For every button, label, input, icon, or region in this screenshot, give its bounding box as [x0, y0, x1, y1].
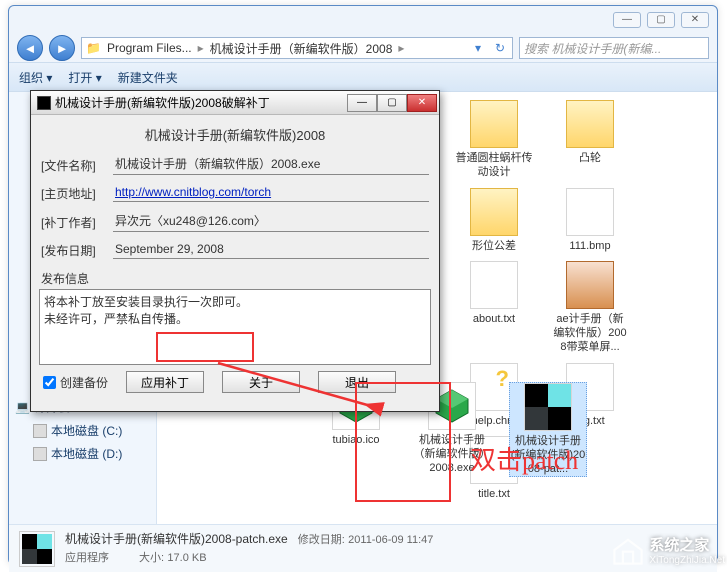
address-row: ◄ ► 📁 Program Files... ▸ 机械设计手册（新编软件版）20… — [9, 34, 717, 62]
refresh-icon[interactable]: ↻ — [492, 41, 508, 55]
window-titlebar: — ▢ ✕ — [9, 6, 717, 34]
exit-button[interactable]: 退出 — [318, 371, 396, 393]
dialog-minimize[interactable]: — — [347, 94, 377, 112]
label-release-date: [发布日期] — [41, 242, 113, 259]
breadcrumb-seg-2[interactable]: 机械设计手册（新编软件版）2008 — [210, 40, 393, 57]
value-file-name: 机械设计手册（新编软件版）2008.exe — [113, 155, 429, 175]
watermark-logo-icon — [611, 533, 645, 567]
sidebar-item-label: 本地磁盘 (D:) — [51, 445, 122, 462]
window-minimize[interactable]: — — [613, 12, 641, 28]
chevron-right-icon: ▸ — [398, 41, 404, 55]
dialog-heading: 机械设计手册(新编软件版)2008 — [39, 123, 431, 150]
description-box: 将本补丁放至安装目录执行一次即可。 未经许可，严禁私自传播。 — [39, 289, 431, 365]
toolbar-organize[interactable]: 组织 — [19, 69, 52, 86]
folder-icon — [470, 188, 518, 236]
file-name: tubiao.ico — [317, 434, 395, 448]
checkbox-create-backup[interactable]: 创建备份 — [43, 374, 108, 391]
checkbox-input[interactable] — [43, 376, 56, 389]
breadcrumb-dropdown[interactable]: ▾ — [470, 41, 486, 55]
breadcrumb[interactable]: 📁 Program Files... ▸ 机械设计手册（新编软件版）2008 ▸… — [81, 37, 513, 59]
folder-icon — [470, 100, 518, 148]
sidebar-item-drive-d[interactable]: 本地磁盘 (D:) — [15, 442, 150, 465]
watermark: 系统之家 XiTongZhiJia.Net — [611, 533, 725, 567]
folder-icon: 📁 — [86, 41, 101, 55]
window-maximize[interactable]: ▢ — [647, 12, 675, 28]
computer-icon: 💻 — [15, 400, 30, 414]
file-item[interactable]: about.txt — [455, 261, 533, 354]
search-placeholder: 搜索 机械设计手册(新编... — [524, 40, 661, 57]
apply-patch-button[interactable]: 应用补丁 — [126, 371, 204, 393]
folder-item[interactable]: 凸轮 — [551, 100, 629, 180]
status-size: 17.0 KB — [167, 552, 206, 564]
dialog-title: 机械设计手册(新编软件版)2008破解补丁 — [55, 94, 270, 111]
status-size-label: 大小: — [139, 552, 164, 564]
nav-back[interactable]: ◄ — [17, 35, 43, 61]
value-author: 异次元〈xu248@126.com〉 — [113, 212, 429, 232]
patch-icon — [524, 383, 572, 431]
file-name: 形位公差 — [455, 240, 533, 254]
file-item[interactable]: 111.bmp — [551, 188, 629, 254]
patch-dialog: 机械设计手册(新编软件版)2008破解补丁 — ▢ ✕ 机械设计手册(新编软件版… — [30, 90, 440, 412]
toolbar-new-folder[interactable]: 新建文件夹 — [118, 69, 178, 86]
search-input[interactable]: 搜索 机械设计手册(新编... — [519, 37, 709, 59]
about-button[interactable]: 关于 — [222, 371, 300, 393]
watermark-brand: 系统之家 — [649, 534, 725, 555]
label-author: [补丁作者] — [41, 214, 113, 231]
sidebar-item-drive-c[interactable]: 本地磁盘 (C:) — [15, 419, 150, 442]
nav-forward[interactable]: ► — [49, 35, 75, 61]
dialog-titlebar: 机械设计手册(新编软件版)2008破解补丁 — ▢ ✕ — [31, 91, 439, 115]
sidebar-item-label: 本地磁盘 (C:) — [51, 422, 122, 439]
annotation-text: 双击patch — [470, 440, 578, 477]
file-item[interactable]: ae计手册（新编软件版）2008带菜单屏... — [551, 261, 629, 354]
status-file-type: 应用程序 — [65, 552, 109, 564]
watermark-url: XiTongZhiJia.Net — [649, 555, 725, 566]
bmp-icon — [566, 188, 614, 236]
file-name: 普通圆柱蜗杆传动设计 — [455, 152, 533, 180]
status-date-label: 修改日期: — [298, 534, 345, 546]
disk-icon — [33, 447, 47, 461]
label-homepage: [主页地址] — [41, 185, 113, 202]
dialog-close[interactable]: ✕ — [407, 94, 437, 112]
txt-icon — [470, 261, 518, 309]
window-close[interactable]: ✕ — [681, 12, 709, 28]
folder-item[interactable]: 普通圆柱蜗杆传动设计 — [455, 100, 533, 180]
rar-icon — [566, 261, 614, 309]
status-thumbnail — [19, 531, 55, 567]
file-name: ae计手册（新编软件版）2008带菜单屏... — [551, 313, 629, 354]
chevron-right-icon: ▸ — [198, 41, 204, 55]
value-homepage-link[interactable]: http://www.cnitblog.com/torch — [113, 185, 429, 202]
status-date: 2011-06-09 11:47 — [348, 534, 433, 546]
label-file-name: [文件名称] — [41, 157, 113, 174]
file-name: title.txt — [455, 488, 533, 502]
status-file-name: 机械设计手册(新编软件版)2008-patch.exe — [65, 532, 288, 546]
value-release-date: September 29, 2008 — [113, 242, 429, 259]
toolbar: 组织 打开 新建文件夹 — [9, 62, 717, 92]
file-name: 111.bmp — [551, 240, 629, 254]
file-name: 凸轮 — [551, 152, 629, 166]
dialog-maximize[interactable]: ▢ — [377, 94, 407, 112]
checkbox-label: 创建备份 — [60, 374, 108, 391]
breadcrumb-seg-1[interactable]: Program Files... — [107, 41, 192, 55]
folder-icon — [566, 100, 614, 148]
toolbar-open[interactable]: 打开 — [68, 69, 101, 86]
file-name: about.txt — [455, 313, 533, 327]
dialog-app-icon — [37, 96, 51, 110]
label-publish-info: 发布信息 — [39, 264, 431, 287]
disk-icon — [33, 424, 47, 438]
folder-item[interactable]: 形位公差 — [455, 188, 533, 254]
